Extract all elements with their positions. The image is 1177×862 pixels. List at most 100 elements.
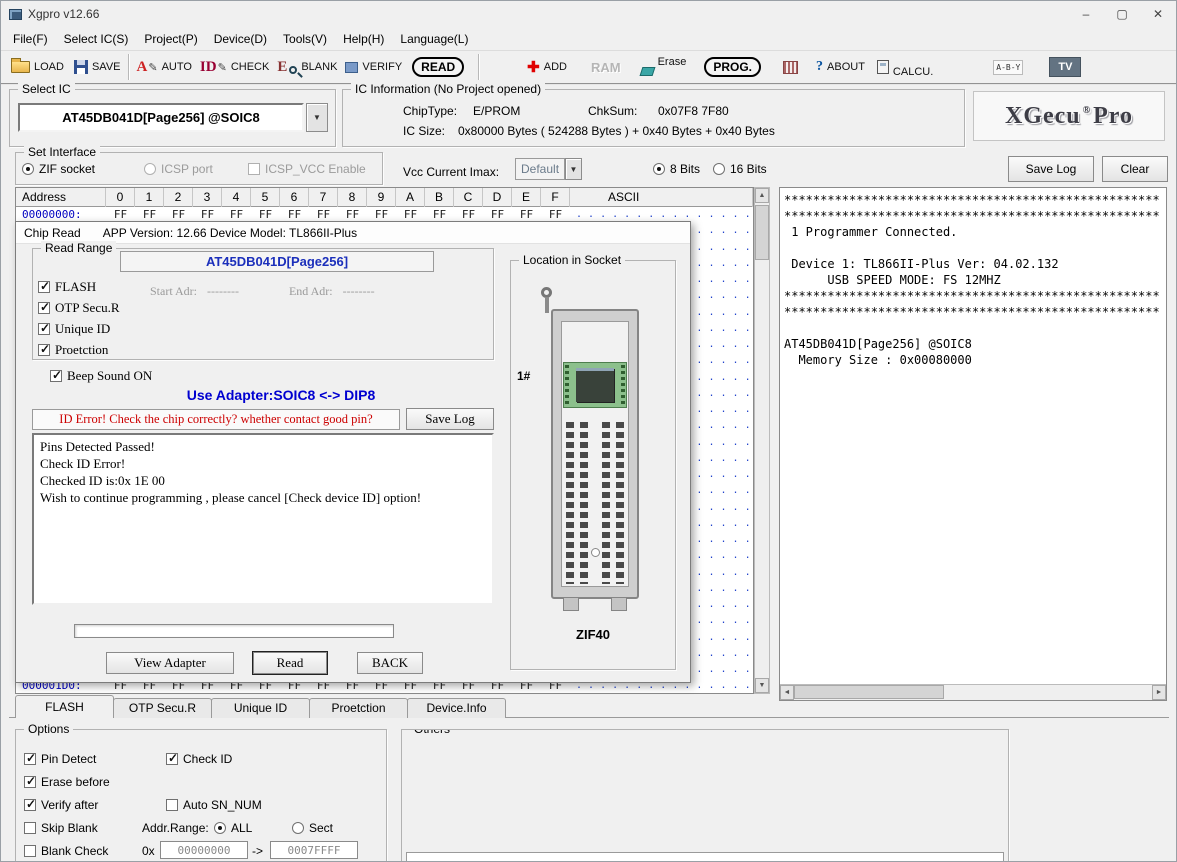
range-sect-radio[interactable]: Sect (292, 821, 333, 835)
auto-label: AUTO (162, 61, 192, 73)
range-sect-label: Sect (309, 821, 333, 835)
range-all-circle[interactable] (214, 822, 226, 834)
menu-file-f[interactable]: File(F) (5, 29, 56, 49)
vcc-current-select[interactable]: Default (515, 158, 565, 180)
readrange-proetction-checkbox[interactable]: Proetction (38, 342, 108, 358)
pin-detect-checkbox[interactable]: Pin Detect (24, 752, 96, 766)
skip-blank-box[interactable] (24, 822, 36, 834)
menu-select-ic-s[interactable]: Select IC(S) (56, 29, 137, 49)
scroll-down-arrow[interactable]: ▼ (755, 678, 769, 693)
menu-tools-v[interactable]: Tools(V) (275, 29, 335, 49)
erase-button[interactable]: Erase (641, 53, 687, 81)
tv-button[interactable]: TV (1049, 53, 1081, 81)
load-button[interactable]: LOAD (11, 53, 64, 81)
blank-check-checkbox[interactable]: Blank Check (24, 844, 108, 858)
calcu-button[interactable]: CALCU. (877, 53, 933, 81)
bits16-radio[interactable]: 16 Bits (713, 162, 767, 176)
verify-after-checkbox[interactable]: Verify after (24, 798, 98, 812)
readrange-otp-secu-r-checkbox[interactable]: OTP Secu.R (38, 300, 120, 316)
icsp-vcc-box[interactable] (248, 163, 260, 175)
readrange-unique-id-checkbox[interactable]: Unique ID (38, 321, 110, 337)
bits8-radio[interactable]: 8 Bits (653, 162, 700, 176)
scrollbar-thumb[interactable] (794, 685, 944, 699)
ram-button[interactable]: RAM (591, 53, 621, 81)
addr-range-label: Addr.Range: (142, 821, 209, 835)
hex-vertical-scrollbar[interactable]: ▲ ▼ (754, 187, 770, 694)
log-horizontal-scrollbar[interactable]: ◄ ► (780, 684, 1166, 700)
pin-detect-box[interactable] (24, 753, 36, 765)
prog-button[interactable]: PROG. (704, 53, 761, 81)
ic-dropdown-button[interactable]: ▼ (306, 103, 328, 132)
tab-otp-secu-r[interactable]: OTP Secu.R (113, 698, 212, 718)
others-field[interactable] (406, 852, 1004, 862)
dialog-log-text: Pins Detected Passed! Check ID Error! Ch… (32, 433, 494, 605)
menu-language-l[interactable]: Language(L) (392, 29, 476, 49)
menu-device-d[interactable]: Device(D) (206, 29, 275, 49)
tab-proetction[interactable]: Proetction (309, 698, 408, 718)
auto-sn-checkbox[interactable]: Auto SN_NUM (166, 798, 262, 812)
icsp-radio-circle[interactable] (144, 163, 156, 175)
readrange-unique-id-box[interactable] (38, 323, 50, 335)
tab-flash[interactable]: FLASH (15, 695, 114, 718)
scroll-left-arrow[interactable]: ◄ (780, 685, 794, 700)
dialog-read-button[interactable]: Read (253, 652, 327, 674)
beep-sound-box[interactable] (50, 370, 62, 382)
back-button[interactable]: BACK (357, 652, 423, 674)
range-all-radio[interactable]: ALL (214, 821, 252, 835)
readrange-proetction-box[interactable] (38, 344, 50, 356)
verify-button[interactable]: VERIFY (345, 53, 402, 81)
vcc-dropdown-button[interactable]: ▼ (565, 158, 582, 180)
read-pill: READ (412, 57, 464, 77)
auto-button[interactable]: A ✎ AUTO (137, 53, 192, 81)
clear-button[interactable]: Clear (1102, 156, 1168, 182)
ic-test-button[interactable] (783, 53, 798, 81)
check-id-checkbox[interactable]: Check ID (166, 752, 232, 766)
bits8-radio-circle[interactable] (653, 163, 665, 175)
app-window: Xgpro v12.66 – ▢ ✕ File(F)Select IC(S)Pr… (0, 0, 1177, 862)
scrollbar-thumb[interactable] (755, 205, 769, 260)
zif-radio-label: ZIF socket (39, 162, 95, 176)
check-button[interactable]: ID ✎ CHECK (200, 53, 269, 81)
logic-button[interactable]: A-B-Y (993, 53, 1023, 81)
tab-device-info[interactable]: Device.Info (407, 698, 506, 718)
readrange-otp-secu-r-box[interactable] (38, 302, 50, 314)
blank-button[interactable]: E BLANK (277, 53, 337, 81)
verify-after-box[interactable] (24, 799, 36, 811)
scrollbar-track[interactable] (794, 685, 1152, 700)
icsp-port-radio[interactable]: ICSP port (144, 162, 213, 176)
scroll-right-arrow[interactable]: ► (1152, 685, 1166, 700)
view-adapter-button[interactable]: View Adapter (106, 652, 234, 674)
close-button[interactable]: ✕ (1140, 1, 1176, 27)
readrange-flash-checkbox[interactable]: FLASH (38, 279, 96, 295)
readrange-flash-box[interactable] (38, 281, 50, 293)
menu-project-p[interactable]: Project(P) (136, 29, 205, 49)
maximize-button[interactable]: ▢ (1104, 1, 1140, 27)
auto-sn-box[interactable] (166, 799, 178, 811)
ic-size-value: 0x80000 Bytes ( 524288 Bytes ) + 0x40 By… (458, 124, 775, 138)
range-start-input[interactable] (160, 841, 248, 859)
blank-check-box[interactable] (24, 845, 36, 857)
tab-unique-id[interactable]: Unique ID (211, 698, 310, 718)
icsp-vcc-checkbox[interactable]: ICSP_VCC Enable (248, 162, 366, 176)
save-log-button[interactable]: Save Log (1008, 156, 1094, 182)
skip-blank-checkbox[interactable]: Skip Blank (24, 821, 98, 835)
menu-help-h[interactable]: Help(H) (335, 29, 392, 49)
about-button[interactable]: ? ABOUT (816, 53, 865, 81)
range-end-input[interactable] (270, 841, 358, 859)
zif-radio-circle[interactable] (22, 163, 34, 175)
selected-ic-field[interactable]: AT45DB041D[Page256] @SOIC8 (18, 103, 304, 132)
minimize-button[interactable]: – (1068, 1, 1104, 27)
erase-before-box[interactable] (24, 776, 36, 788)
scroll-up-arrow[interactable]: ▲ (755, 188, 769, 203)
read-button[interactable]: READ (412, 53, 464, 81)
set-interface-group: Set Interface ZIF socket ICSP port ICSP_… (15, 152, 383, 185)
zif-socket-radio[interactable]: ZIF socket (22, 162, 95, 176)
beep-sound-checkbox[interactable]: Beep Sound ON (50, 368, 152, 384)
bits16-radio-circle[interactable] (713, 163, 725, 175)
dialog-save-log-button[interactable]: Save Log (406, 408, 494, 430)
erase-before-checkbox[interactable]: Erase before (24, 775, 110, 789)
range-sect-circle[interactable] (292, 822, 304, 834)
save-button[interactable]: SAVE (74, 53, 121, 81)
add-button[interactable]: ✚ ADD (527, 53, 567, 81)
check-id-box[interactable] (166, 753, 178, 765)
